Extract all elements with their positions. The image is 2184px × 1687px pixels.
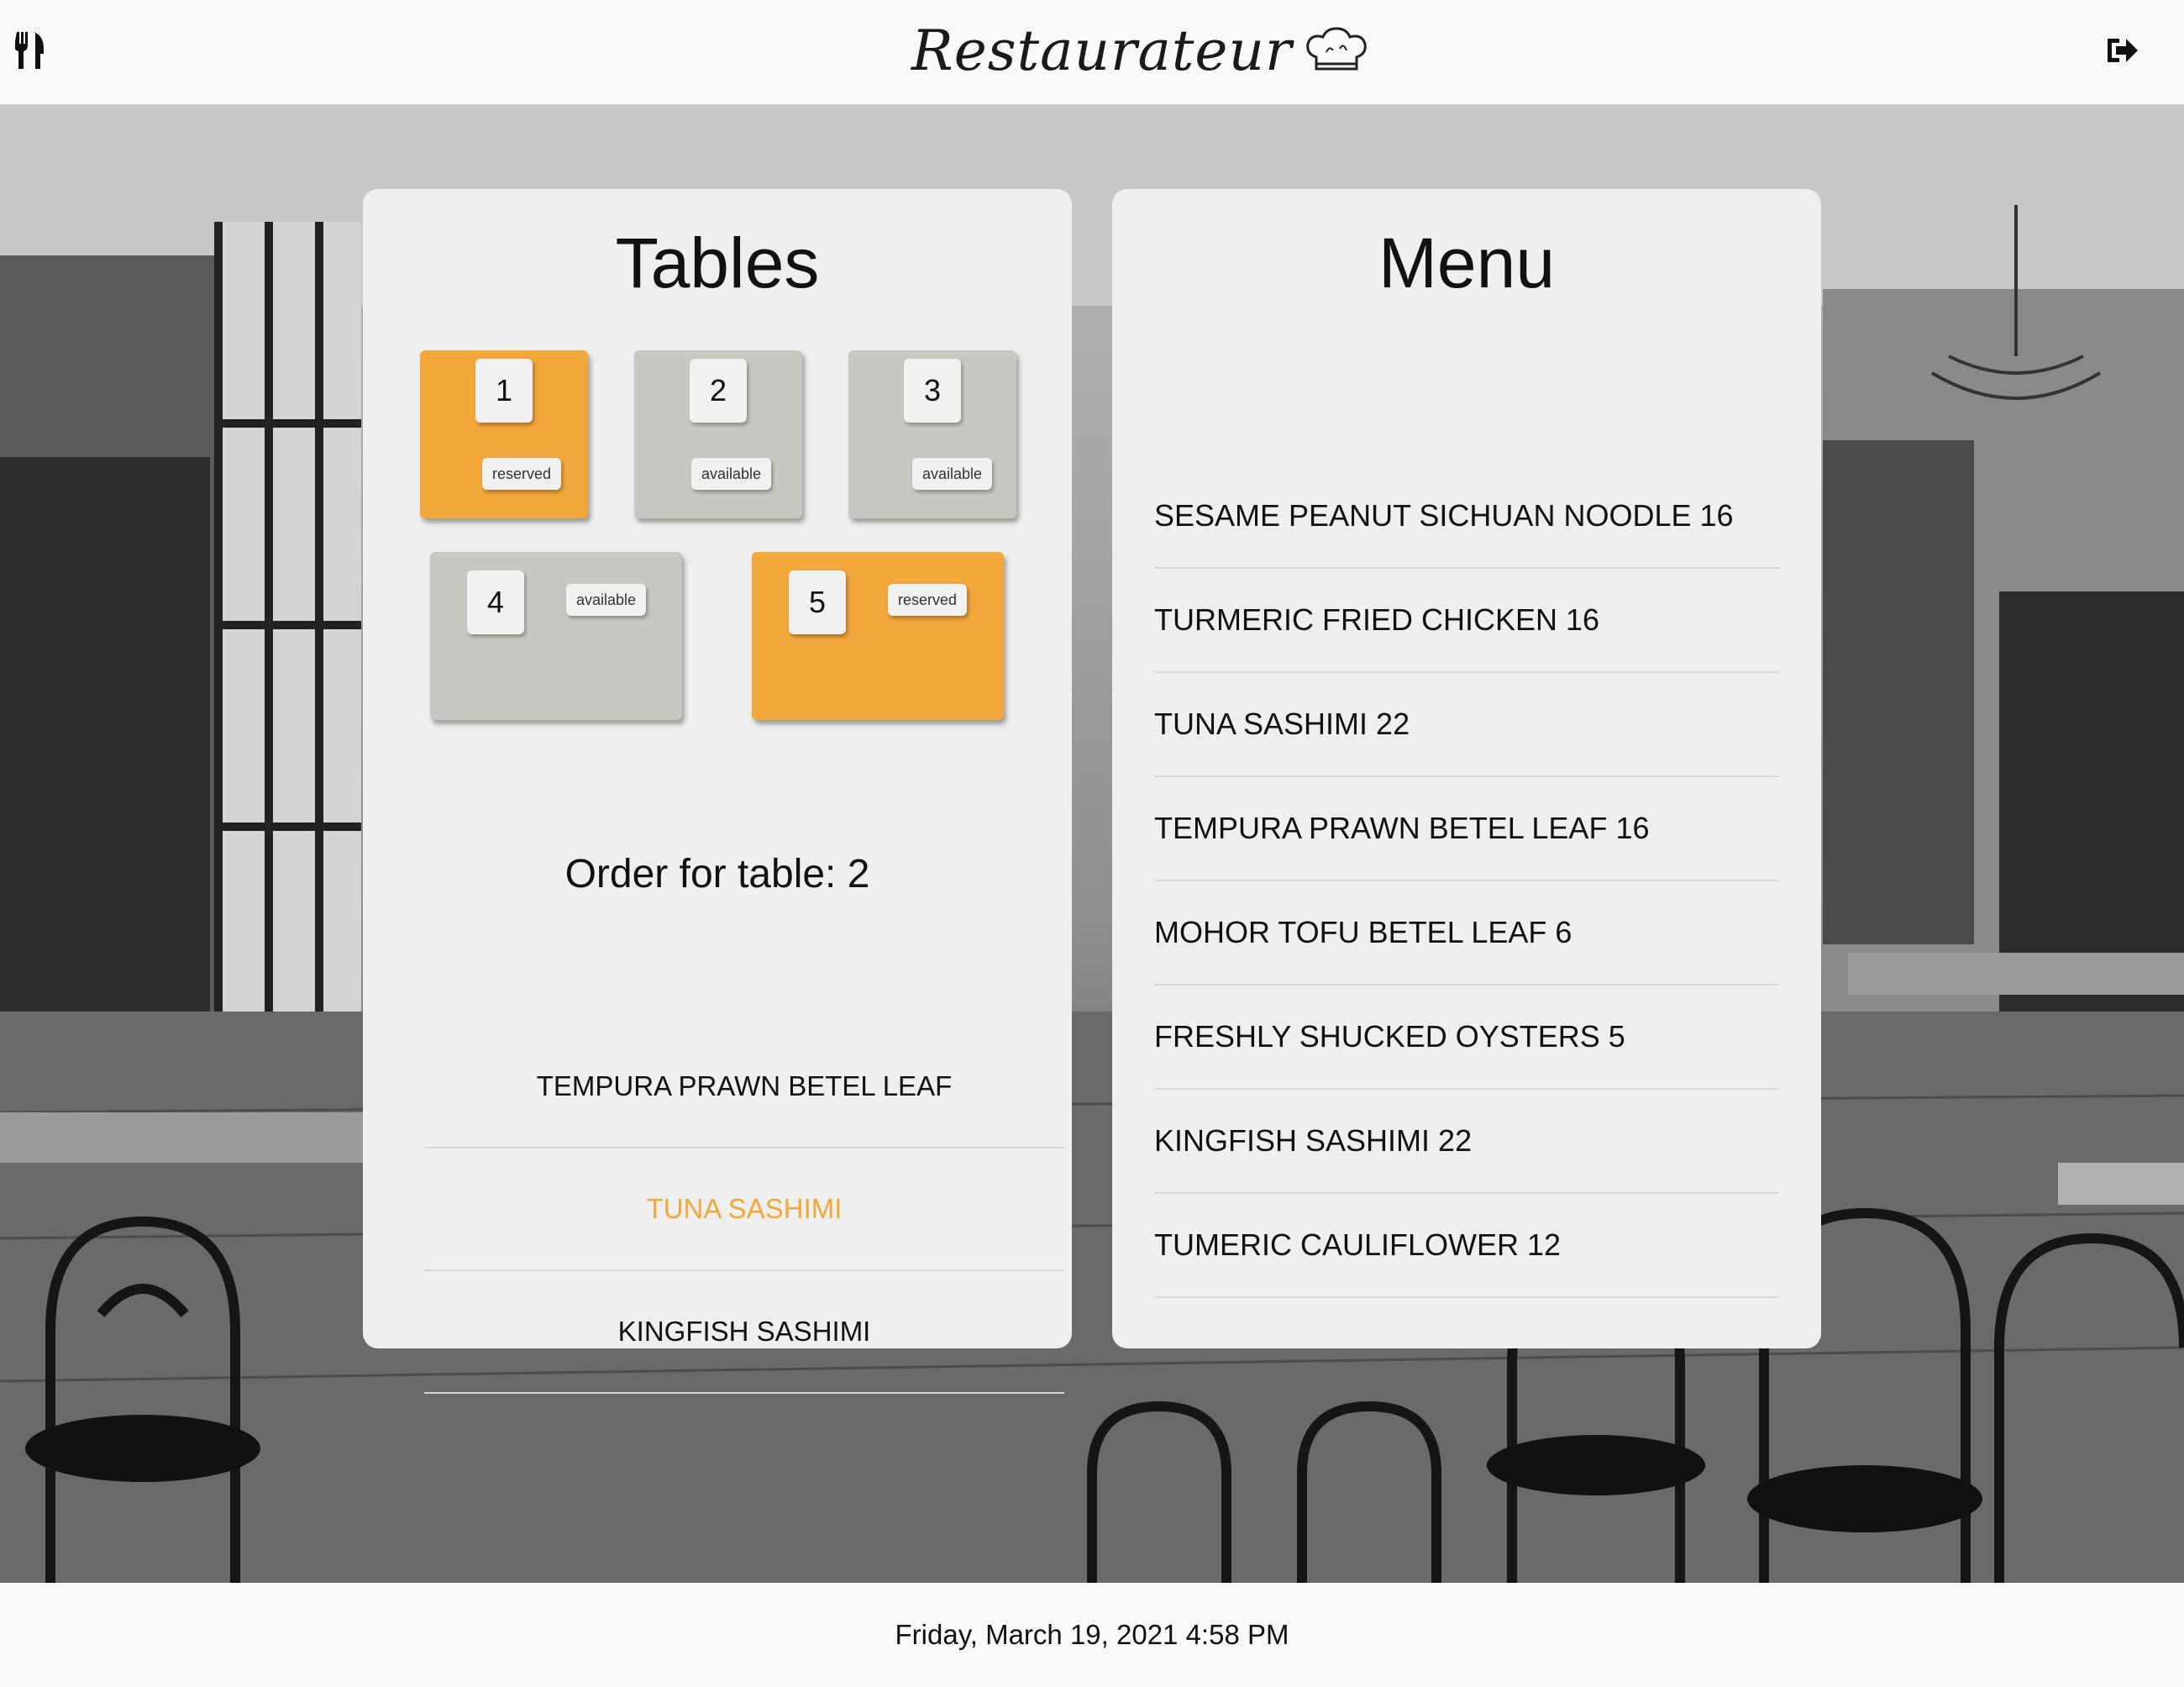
tables-panel: Tables 1 reserved 2 available 3 availabl… bbox=[363, 189, 1072, 1394]
menu-item[interactable]: TURMERIC FRIED CHICKEN 16 bbox=[1154, 569, 1779, 673]
menu-item[interactable]: MOHOR TOFU BETEL LEAF 6 bbox=[1154, 881, 1779, 985]
brand-logo[interactable]: Restaurateur bbox=[911, 8, 1368, 92]
order-title: Order for table: 2 bbox=[564, 852, 870, 896]
table-number: 3 bbox=[904, 359, 961, 423]
order-item-selected[interactable]: TUNA SASHIMI bbox=[424, 1148, 1064, 1271]
background-illustration bbox=[0, 104, 2184, 1583]
table-card-3[interactable]: 3 available bbox=[848, 350, 1016, 518]
table-status-badge: reserved bbox=[888, 584, 968, 616]
tables-title: Tables bbox=[615, 223, 820, 302]
table-status-badge: available bbox=[912, 458, 993, 490]
table-status-badge: reserved bbox=[482, 458, 562, 490]
menu-item[interactable]: TEMPURA PRAWN BETEL LEAF 16 bbox=[1154, 777, 1779, 881]
table-card-2[interactable]: 2 available bbox=[634, 350, 802, 518]
footer-datetime: Friday, March 19, 2021 4:58 PM bbox=[895, 1619, 1289, 1650]
order-item[interactable]: TEMPURA PRAWN BETEL LEAF bbox=[424, 1026, 1064, 1148]
table-number: 4 bbox=[467, 570, 524, 634]
chef-hat-icon bbox=[1305, 27, 1367, 71]
footer: Friday, March 19, 2021 4:58 PM bbox=[0, 1583, 2184, 1687]
menu-item[interactable]: KINGFISH SASHIMI 22 bbox=[1154, 1090, 1779, 1194]
logout-icon[interactable] bbox=[2104, 35, 2139, 66]
table-number: 5 bbox=[789, 570, 846, 634]
table-card-4[interactable]: 4 available bbox=[430, 552, 682, 720]
brand-title: Restaurateur bbox=[911, 18, 1293, 83]
menu-item[interactable]: SESAME PEANUT SICHUAN NOODLE 16 bbox=[1154, 465, 1779, 569]
table-card-1[interactable]: 1 reserved bbox=[420, 350, 588, 518]
menu-item[interactable]: TUMERIC CAULIFLOWER 12 bbox=[1154, 1194, 1779, 1298]
table-number: 2 bbox=[690, 359, 747, 423]
table-status-badge: available bbox=[566, 584, 647, 616]
restaurant-background-image bbox=[0, 104, 2184, 1583]
utensils-icon[interactable] bbox=[15, 32, 45, 69]
menu-item[interactable]: FRESHLY SHUCKED OYSTERS 5 bbox=[1154, 985, 1779, 1090]
order-item[interactable]: KINGFISH SASHIMI bbox=[424, 1271, 1064, 1394]
table-card-5[interactable]: 5 reserved bbox=[752, 552, 1004, 720]
menu-panel: Menu SESAME PEANUT SICHUAN NOODLE 16 TUR… bbox=[1112, 189, 1821, 1348]
menu-title: Menu bbox=[1378, 223, 1556, 302]
top-navbar: Restaurateur bbox=[0, 0, 2184, 104]
table-status-badge: available bbox=[691, 458, 772, 490]
menu-item[interactable]: TUNA SASHIMI 22 bbox=[1154, 673, 1779, 777]
table-number: 1 bbox=[475, 359, 533, 423]
